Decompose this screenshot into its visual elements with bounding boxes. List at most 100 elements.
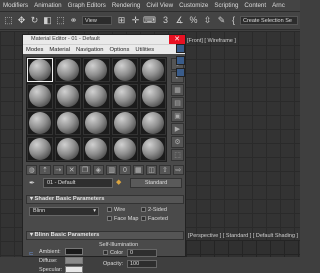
sample-slot[interactable]: [55, 84, 82, 109]
go-to-parent-icon[interactable]: ⇧: [159, 165, 171, 175]
self-illum-color-spinner[interactable]: 0: [127, 249, 157, 257]
sample-slot[interactable]: [111, 84, 138, 109]
front-viewport-label[interactable]: [Front] [ Wireframe ]: [187, 38, 236, 44]
snap-toggle-icon[interactable]: 3: [160, 15, 171, 26]
sample-slot[interactable]: [83, 84, 110, 109]
sample-slot[interactable]: [27, 84, 54, 109]
make-unique-icon[interactable]: ◈: [92, 165, 104, 175]
sample-slot[interactable]: [55, 136, 82, 161]
sample-slot[interactable]: [27, 136, 54, 161]
eyedropper-icon[interactable]: ✒: [29, 179, 35, 187]
sample-slot[interactable]: [27, 58, 54, 83]
get-material-icon[interactable]: ◍: [26, 165, 38, 175]
material-sphere: [29, 137, 52, 160]
slot-icon[interactable]: [176, 68, 185, 77]
wire-checkbox[interactable]: Wire: [107, 207, 125, 213]
percent-snap-icon[interactable]: %: [188, 15, 199, 26]
assign-to-selection-icon[interactable]: ⇢: [52, 165, 64, 175]
select-move-icon[interactable]: ✥: [16, 15, 27, 26]
rotate-icon[interactable]: ↻: [29, 15, 40, 26]
reference-coordinate-dropdown[interactable]: View: [82, 16, 112, 25]
me-menu-material[interactable]: Material: [46, 47, 73, 53]
keyboard-shortcut-icon[interactable]: ⌨: [143, 15, 156, 26]
face-map-checkbox[interactable]: Face Map: [107, 216, 138, 222]
me-menu-modes[interactable]: Modes: [23, 47, 46, 53]
menu-graph-editors[interactable]: Graph Editors: [65, 2, 109, 9]
show-end-result-icon[interactable]: ◫: [145, 165, 158, 175]
me-menu-navigation[interactable]: Navigation: [73, 47, 106, 53]
sample-slot[interactable]: [111, 136, 138, 161]
shader-basic-parameters-rollout[interactable]: ▾ Shader Basic Parameters: [26, 195, 184, 204]
material-id-channel-icon[interactable]: 0: [119, 165, 131, 175]
place-icon[interactable]: ⬚: [55, 15, 66, 26]
curly-brace-icon[interactable]: {: [228, 15, 239, 26]
sample-slot[interactable]: [139, 136, 166, 161]
reset-map-icon[interactable]: ✕: [65, 165, 78, 175]
two-sided-label: 2-Sided: [148, 207, 167, 213]
material-type-button[interactable]: Standard: [130, 178, 182, 188]
copy-material-icon[interactable]: ❐: [79, 165, 91, 175]
sample-slot[interactable]: [55, 58, 82, 83]
close-icon[interactable]: ✕: [169, 35, 185, 44]
menu-customize[interactable]: Customize: [176, 2, 211, 9]
sample-slot[interactable]: [55, 110, 82, 135]
pivot-icon[interactable]: ⊞: [116, 15, 127, 26]
go-forward-to-sibling-icon[interactable]: ⇨: [172, 165, 184, 175]
blinn-basic-parameters-rollout[interactable]: ▾ Blinn Basic Parameters: [26, 231, 184, 240]
specular-label: Specular:: [39, 267, 63, 273]
select-manipulate-icon[interactable]: ✛: [130, 15, 141, 26]
menu-civil-view[interactable]: Civil View: [143, 2, 176, 9]
me-menu-utilities[interactable]: Utilities: [132, 47, 157, 53]
material-sphere: [85, 59, 108, 82]
select-by-material-icon[interactable]: ⬚: [171, 149, 184, 161]
chevron-down-icon: ▾: [93, 208, 96, 214]
self-illum-color-checkbox[interactable]: Color: [103, 250, 123, 256]
sample-uv-tiling-icon[interactable]: ▤: [171, 97, 184, 109]
sample-slot[interactable]: [83, 58, 110, 83]
sample-slot[interactable]: [111, 58, 138, 83]
menu-content[interactable]: Content: [241, 2, 269, 9]
specular-color-swatch[interactable]: [65, 266, 83, 273]
video-color-check-icon[interactable]: ▣: [171, 110, 184, 122]
edit-named-selection-icon[interactable]: ✎: [216, 15, 227, 26]
perspective-viewport[interactable]: [186, 240, 300, 257]
sample-slot[interactable]: [139, 110, 166, 135]
lock-icon[interactable]: ⊏: [29, 251, 34, 257]
slot-icon[interactable]: [176, 56, 185, 65]
link-icon[interactable]: ⚭: [68, 15, 79, 26]
scale-icon[interactable]: ◧: [42, 15, 53, 26]
menu-modifiers[interactable]: Modifiers: [0, 2, 31, 9]
perspective-viewport-label[interactable]: [Perspective ] [ Standard ] [ Default Sh…: [188, 233, 298, 239]
spinner-snap-icon[interactable]: ⇳: [202, 15, 213, 26]
material-name-field[interactable]: 01 - Default: [43, 178, 113, 188]
slot-icon[interactable]: [176, 44, 185, 53]
sample-slot[interactable]: [83, 110, 110, 135]
diffuse-color-swatch[interactable]: [65, 257, 83, 264]
select-icon[interactable]: ⬚: [3, 15, 14, 26]
sample-slot[interactable]: [139, 58, 166, 83]
put-to-scene-icon[interactable]: ⇡: [39, 165, 51, 175]
sample-slot[interactable]: [139, 84, 166, 109]
faceted-checkbox[interactable]: Faceted: [141, 216, 168, 222]
angle-snap-icon[interactable]: ∡: [174, 15, 185, 26]
menu-scripting[interactable]: Scripting: [211, 2, 241, 9]
wire-label: Wire: [114, 207, 126, 213]
named-selection-dropdown[interactable]: Create Selection Se: [240, 16, 298, 25]
put-to-library-icon[interactable]: ▥: [105, 165, 118, 175]
menu-rendering[interactable]: Rendering: [109, 2, 144, 9]
sample-slot[interactable]: [27, 110, 54, 135]
ambient-color-swatch[interactable]: [65, 248, 83, 255]
make-preview-icon[interactable]: ▶: [171, 123, 184, 135]
menu-arnold[interactable]: Arnc: [269, 2, 288, 9]
sample-slot[interactable]: [83, 136, 110, 161]
show-shaded-material-icon[interactable]: ▦: [132, 165, 144, 175]
me-menu-options[interactable]: Options: [106, 47, 132, 53]
opacity-spinner[interactable]: 100: [127, 260, 157, 268]
sample-slot[interactable]: [111, 110, 138, 135]
menu-animation[interactable]: Animation: [31, 2, 65, 9]
shader-type-dropdown[interactable]: Blinn ▾: [29, 207, 99, 216]
two-sided-checkbox[interactable]: 2-Sided: [141, 207, 167, 213]
material-toolbar: ◍ ⇡ ⇢ ✕ ❐ ◈ ▥ 0 ▦ ◫ ⇧ ⇨: [26, 165, 184, 176]
background-icon[interactable]: ▦: [171, 84, 184, 96]
options-icon[interactable]: ⚙: [171, 136, 184, 148]
